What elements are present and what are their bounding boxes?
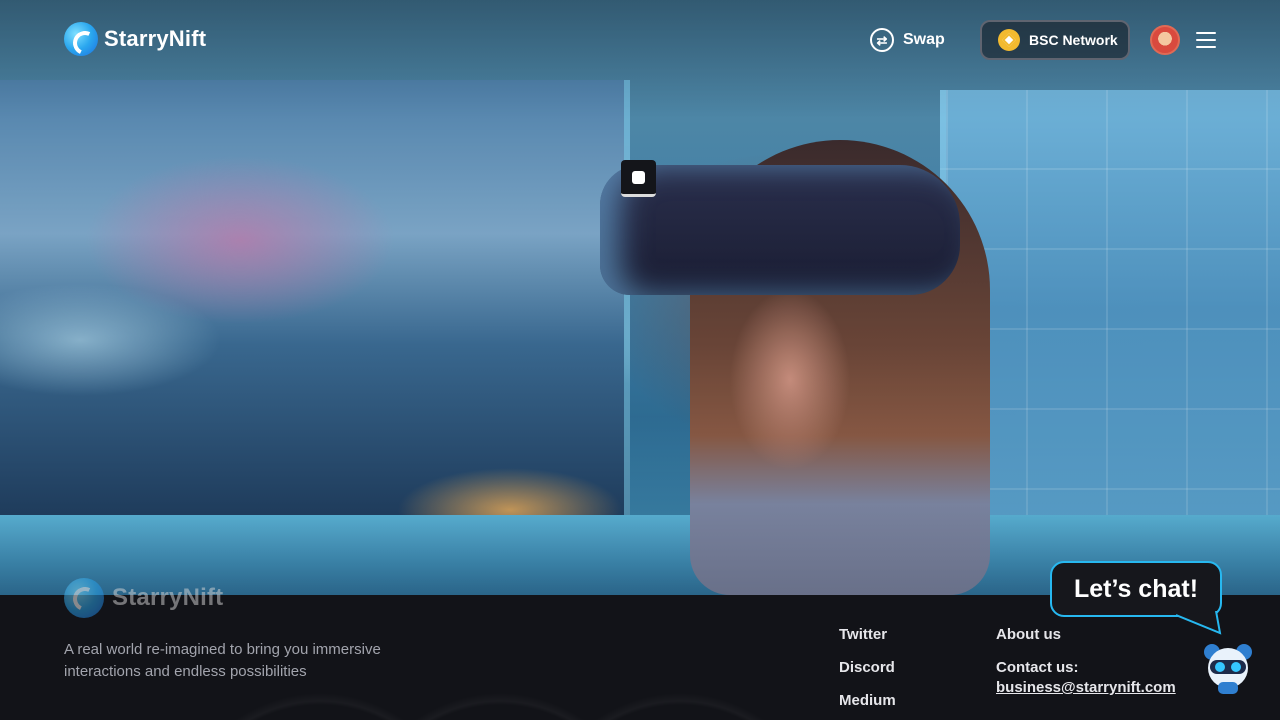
swap-icon: ⇄ (870, 28, 894, 52)
footer-logo[interactable]: StarryNift (64, 578, 223, 618)
video-toggle-button[interactable] (621, 160, 656, 197)
hero-shade (0, 0, 1280, 595)
network-selector-button[interactable]: BSC Network (980, 20, 1130, 60)
chat-label: Let’s chat! (1073, 574, 1199, 603)
chat-bubble[interactable]: Let’s chat! (1050, 561, 1222, 617)
contact-label: Contact us: (996, 659, 1079, 676)
footer-brand-name: StarryNift (112, 584, 224, 611)
robot-panda-icon[interactable] (1200, 640, 1256, 696)
network-label: BSC Network (1029, 32, 1118, 48)
user-avatar[interactable] (1150, 25, 1180, 55)
footer-link-twitter[interactable]: Twitter (839, 626, 896, 644)
footer-link-medium[interactable]: Medium (839, 692, 896, 710)
footer-social-column: Twitter Discord Medium (839, 626, 896, 720)
menu-line (1196, 39, 1216, 41)
menu-line (1196, 46, 1216, 48)
footer-link-discord[interactable]: Discord (839, 659, 896, 677)
footer-link-about[interactable]: About us (996, 626, 1176, 644)
footer-tagline: A real world re-imagined to bring you im… (64, 641, 381, 680)
hamburger-menu-icon[interactable] (1196, 32, 1216, 48)
contact-email-link[interactable]: business@starrynift.com (996, 677, 1176, 699)
starrynift-logo-icon (64, 578, 104, 618)
bnb-icon (998, 29, 1020, 51)
site-header: StarryNift ⇄ Swap BSC Network (0, 0, 1280, 80)
chat-bubble-tail (1176, 611, 1222, 635)
menu-line (1196, 32, 1216, 34)
brand-logo-link[interactable]: StarryNift (64, 22, 206, 56)
brand-name: StarryNift (104, 26, 207, 51)
hero-banner-image (0, 0, 1280, 595)
play-pause-icon (632, 170, 645, 184)
swap-label: Swap (903, 31, 945, 48)
starrynift-logo-icon (64, 22, 98, 56)
swap-link[interactable]: ⇄ Swap (870, 28, 945, 52)
footer-company-column: About us Contact us: business@starrynift… (996, 626, 1176, 699)
